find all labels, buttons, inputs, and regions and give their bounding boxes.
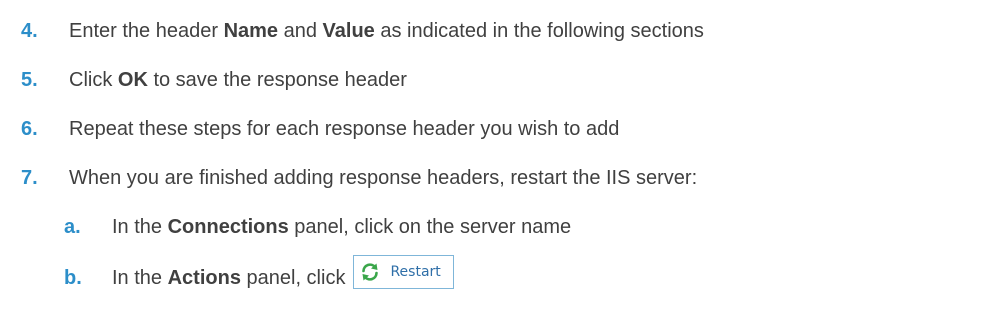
substep-b: b. In the Actions panel, click Restart [0, 255, 454, 298]
step-text: Click OK to save the response header [69, 68, 407, 91]
substep-letter: a. [64, 215, 81, 238]
step-text: When you are finished adding response he… [69, 166, 698, 189]
substep-text: In the Connections panel, click on the s… [112, 215, 572, 238]
ok-label: OK [117, 68, 148, 91]
step-6: 6. Repeat these steps for each response … [0, 109, 619, 149]
step-number: 5. [21, 68, 38, 91]
substep-letter: b. [64, 266, 82, 289]
field-value-label: Value [322, 19, 375, 42]
refresh-icon [360, 262, 380, 282]
field-name-label: Name [223, 19, 279, 42]
substep-a: a. In the Connections panel, click on th… [0, 207, 571, 247]
step-number: 6. [21, 117, 38, 140]
step-5: 5. Click OK to save the response header [0, 60, 407, 100]
step-number: 4. [21, 19, 38, 42]
step-text: Enter the header Name and Value as indic… [69, 19, 704, 42]
step-7: 7. When you are finished adding response… [0, 158, 697, 198]
step-number: 7. [21, 166, 38, 189]
substep-text: In the Actions panel, click [112, 266, 346, 289]
step-4: 4. Enter the header Name and Value as in… [0, 11, 704, 51]
connections-label: Connections [167, 215, 289, 238]
restart-button[interactable]: Restart [353, 255, 454, 289]
actions-label: Actions [167, 266, 241, 289]
step-text: Repeat these steps for each response hea… [69, 117, 620, 140]
restart-button-label: Restart [390, 264, 441, 280]
